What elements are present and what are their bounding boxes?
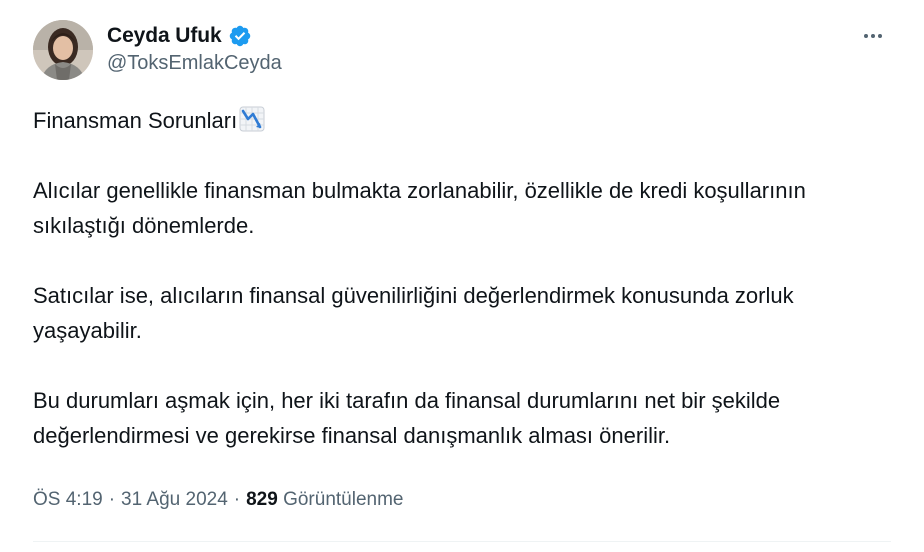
tweet-card: Ceyda Ufuk @ToksEmlakCeyda Finansman Sor…	[0, 0, 924, 552]
more-horizontal-icon	[864, 34, 868, 38]
meta-separator: ·	[108, 489, 116, 510]
author-handle[interactable]: @ToksEmlakCeyda	[107, 52, 282, 75]
tweet-title-line: Finansman Sorunları	[33, 103, 903, 138]
tweet-time[interactable]: ÖS 4:19	[33, 489, 103, 511]
divider	[33, 541, 891, 542]
tweet-date[interactable]: 31 Ağu 2024	[121, 489, 228, 511]
views-count: 829	[246, 489, 278, 510]
tweet-meta: ÖS 4:19 · 31 Ağu 2024 · 829 Görüntülenme	[33, 489, 403, 511]
tweet-body: Finansman Sorunları Alıcılar genellikle …	[33, 103, 903, 453]
tweet-paragraph: Satıcılar ise, alıcıların finansal güven…	[33, 283, 794, 343]
chart-decreasing-icon	[239, 106, 265, 132]
meta-separator: ·	[233, 489, 241, 510]
more-options-button[interactable]	[858, 24, 888, 48]
avatar-image	[33, 20, 93, 80]
author-name-row: Ceyda Ufuk	[107, 21, 252, 51]
more-horizontal-icon	[871, 34, 875, 38]
tweet-paragraph: Alıcılar genellikle finansman bulmakta z…	[33, 178, 806, 238]
views-label: Görüntülenme	[283, 489, 404, 510]
author-display-name[interactable]: Ceyda Ufuk	[107, 24, 222, 48]
more-horizontal-icon	[878, 34, 882, 38]
tweet-paragraph: Bu durumları aşmak için, her iki tarafın…	[33, 388, 781, 448]
avatar[interactable]	[33, 20, 93, 80]
verified-badge-icon[interactable]	[228, 24, 252, 48]
tweet-title: Finansman Sorunları	[33, 108, 238, 133]
